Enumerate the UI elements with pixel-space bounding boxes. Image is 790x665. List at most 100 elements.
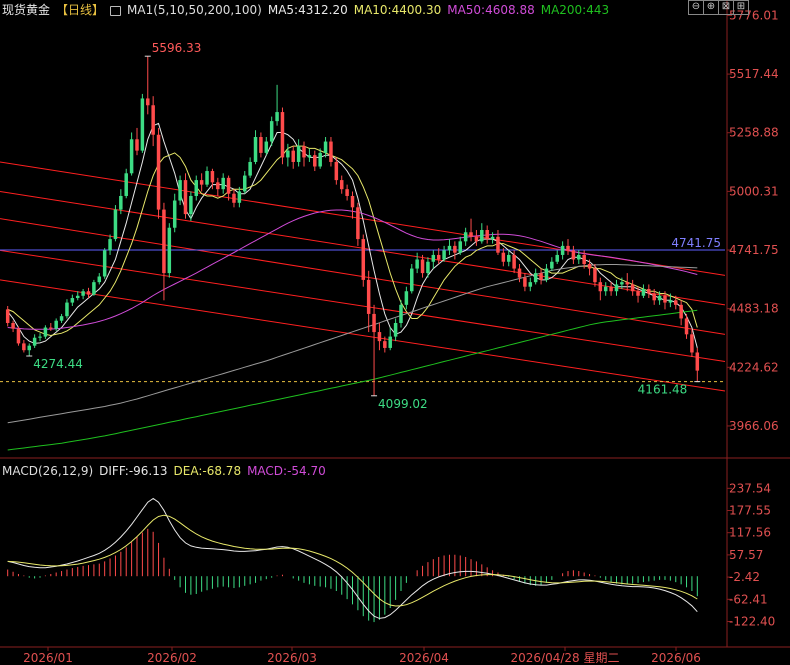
chart-header: 现货黄金 【日线】 MA1(5,10,50,200,100) MA5:4312.… — [2, 1, 609, 18]
candle-body — [436, 254, 441, 260]
candle-body — [113, 209, 118, 240]
reference-line-label: 4741.75 — [671, 236, 721, 250]
candle-body — [22, 343, 26, 351]
candle — [253, 130, 258, 165]
candle — [523, 273, 527, 292]
maximize-icon[interactable]: ⊞ — [733, 0, 749, 15]
candle — [388, 327, 392, 351]
chart-canvas: 4741.755596.334274.444099.024161.485776.… — [0, 0, 790, 665]
candle-body — [307, 155, 312, 158]
candle — [647, 284, 651, 299]
ma-params-label: MA1(5,10,50,200,100) — [127, 2, 262, 17]
candle — [517, 264, 522, 283]
candle-body — [27, 345, 31, 351]
candle — [237, 186, 242, 208]
candle — [162, 202, 166, 301]
macd-dea-value: DEA:-68.78 — [173, 464, 242, 478]
candle-body — [70, 298, 75, 303]
candle — [339, 175, 344, 194]
candle-body — [453, 245, 457, 253]
candle-body — [108, 239, 112, 251]
candle-body — [318, 152, 322, 167]
candle — [453, 241, 457, 260]
candle — [81, 288, 85, 300]
candle-body — [59, 316, 64, 321]
x-axis-label: 2026/03 — [267, 651, 317, 665]
candle-body — [361, 239, 366, 280]
x-axis-label: 2026/04 — [399, 651, 449, 665]
candle — [410, 264, 414, 294]
candle-body — [205, 171, 209, 185]
candle-body — [253, 137, 258, 162]
candle-body — [458, 241, 463, 253]
candle-body — [690, 334, 694, 353]
zoom-out-icon[interactable]: ⊖ — [688, 0, 704, 15]
candle-body — [636, 291, 640, 296]
candle-body — [674, 300, 678, 305]
candle — [259, 132, 263, 158]
candle — [140, 93, 145, 153]
candle — [102, 248, 107, 279]
macd-tick-label: 237.54 — [729, 481, 771, 495]
price-tick-label: 5258.88 — [729, 126, 779, 140]
candle — [307, 148, 312, 162]
candle — [361, 234, 366, 287]
symbol-label[interactable]: 现货黄金 — [2, 1, 50, 18]
lock-icon[interactable] — [110, 6, 122, 16]
candle-body — [555, 254, 559, 262]
candle-body — [447, 245, 452, 251]
candle — [544, 264, 549, 283]
candle-body — [431, 254, 436, 262]
ma-line-ma100 — [7, 264, 698, 424]
candle — [151, 96, 155, 147]
candle-body — [210, 171, 215, 183]
x-axis-label: 2026/04/28 星期二 — [511, 651, 620, 665]
candle — [603, 282, 608, 296]
candle — [496, 230, 500, 255]
candle-body — [313, 155, 317, 167]
candle-body — [32, 337, 37, 346]
candle-body — [388, 336, 392, 348]
candle — [555, 250, 559, 265]
candle — [560, 241, 565, 260]
candle-body — [533, 273, 538, 283]
candle-body — [647, 288, 651, 294]
candle-body — [221, 177, 225, 190]
candle-body — [102, 250, 107, 277]
candle-body — [652, 293, 656, 301]
candle-body — [156, 134, 161, 210]
price-tick-label: 3966.06 — [729, 419, 779, 433]
candle-body — [280, 112, 285, 158]
ma-line-ma200 — [7, 309, 698, 451]
ma5-value: MA5:4312.20 — [267, 2, 348, 17]
candle — [248, 157, 252, 178]
candle — [550, 257, 554, 271]
candle — [630, 279, 635, 296]
zoom-in-icon[interactable]: ⊕ — [703, 0, 719, 15]
price-tick-label: 4483.18 — [729, 302, 779, 316]
candle — [695, 347, 700, 382]
candle-body — [393, 322, 398, 337]
candle-body — [463, 232, 468, 242]
candle-body — [269, 121, 274, 142]
candle — [226, 175, 231, 201]
macd-diff-value: DIFF:-96.13 — [99, 464, 168, 478]
candle-body — [657, 295, 662, 301]
x-axis-label: 2026/02 — [147, 651, 197, 665]
close-icon[interactable]: ⊠ — [718, 0, 734, 15]
ma-line-ma5 — [7, 122, 698, 349]
candle — [329, 137, 333, 167]
candle — [22, 340, 26, 353]
candle-body — [560, 245, 565, 255]
candle — [108, 234, 112, 255]
candle — [65, 299, 69, 319]
candle-body — [11, 322, 15, 329]
candle — [480, 223, 484, 244]
candle — [587, 259, 592, 276]
period-label[interactable]: 【日线】 — [56, 1, 104, 18]
annotation-label: 4274.44 — [33, 357, 83, 371]
candle — [609, 282, 613, 296]
candle — [485, 225, 489, 244]
candle-body — [415, 259, 419, 269]
candle-body — [366, 279, 371, 314]
